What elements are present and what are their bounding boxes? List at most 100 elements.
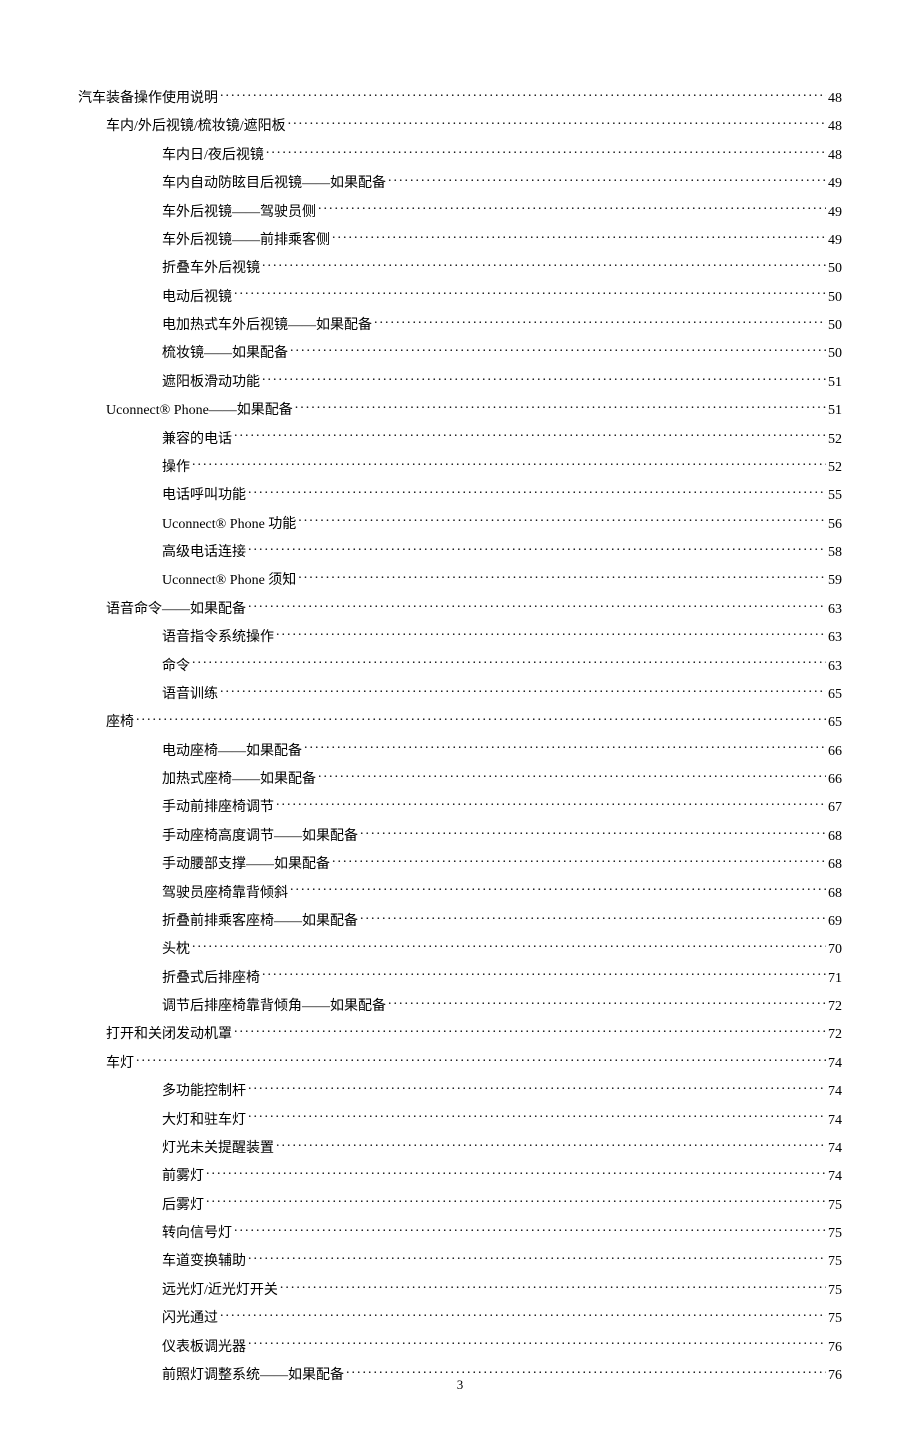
toc-row: 座椅65 <box>106 712 842 732</box>
toc-title: 打开和关闭发动机罩 <box>106 1026 232 1044</box>
toc-title: 加热式座椅——如果配备 <box>162 771 316 789</box>
toc-leader-dots <box>248 1110 826 1124</box>
toc-page-number: 63 <box>828 601 842 619</box>
toc-page-number: 49 <box>828 204 842 222</box>
toc-page-number: 74 <box>828 1055 842 1073</box>
toc-title: 兼容的电话 <box>162 431 232 449</box>
toc-title: 遮阳板滑动功能 <box>162 374 260 392</box>
toc-leader-dots <box>298 514 826 528</box>
toc-page-number: 68 <box>828 856 842 874</box>
toc-row: 操作 52 <box>162 457 842 477</box>
toc-page-number: 75 <box>828 1197 842 1215</box>
toc-page-number: 50 <box>828 260 842 278</box>
toc-title: 汽车装备操作使用说明 <box>78 90 218 108</box>
toc-row: 汽车装备操作使用说明48 <box>78 88 842 108</box>
toc-row: 车内自动防眩目后视镜——如果配备 49 <box>162 173 842 193</box>
toc-leader-dots <box>332 854 826 868</box>
toc-leader-dots <box>234 1024 826 1038</box>
toc-title: Uconnect® Phone——如果配备 <box>106 402 293 420</box>
toc-row: 手动座椅高度调节——如果配备68 <box>162 826 842 846</box>
toc-title: 语音指令系统操作 <box>162 629 274 647</box>
toc-leader-dots <box>192 457 826 471</box>
toc-row: 手动前排座椅调节67 <box>162 797 842 817</box>
toc-leader-dots <box>360 911 826 925</box>
toc-title: 电动后视镜 <box>162 289 232 307</box>
toc-leader-dots <box>136 1053 826 1067</box>
toc-page-number: 52 <box>828 459 842 477</box>
toc-title: 车外后视镜——驾驶员侧 <box>162 204 316 222</box>
toc-page-number: 72 <box>828 998 842 1016</box>
toc-leader-dots <box>290 343 826 357</box>
toc-page-number: 65 <box>828 686 842 704</box>
toc-title: 车灯 <box>106 1055 134 1073</box>
toc-row: 梳妆镜——如果配备50 <box>162 343 842 363</box>
toc-page-number: 48 <box>828 118 842 136</box>
toc-leader-dots <box>295 400 826 414</box>
toc-title: 电动座椅——如果配备 <box>162 743 302 761</box>
toc-row: 语音训练65 <box>162 684 842 704</box>
toc-row: 加热式座椅——如果配备 66 <box>162 769 842 789</box>
toc-row: 后雾灯75 <box>162 1195 842 1215</box>
toc-title: 命令 <box>162 658 190 676</box>
toc-title: 车内日/夜后视镜 <box>162 147 264 165</box>
toc-leader-dots <box>388 996 826 1010</box>
toc-title: 操作 <box>162 459 190 477</box>
toc-title: Uconnect® Phone 须知 <box>162 572 296 590</box>
toc-leader-dots <box>248 1337 826 1351</box>
toc-row: 电动座椅——如果配备66 <box>162 741 842 761</box>
toc-page-number: 49 <box>828 175 842 193</box>
toc-row: 车外后视镜——前排乘客侧49 <box>162 230 842 250</box>
toc-title: 闪光通过 <box>162 1310 218 1328</box>
toc-leader-dots <box>248 485 826 499</box>
toc-title: 手动前排座椅调节 <box>162 799 274 817</box>
table-of-contents: 汽车装备操作使用说明48车内/外后视镜/梳妆镜/遮阳板48车内日/夜后视镜48车… <box>78 88 842 1385</box>
toc-page-number: 48 <box>828 147 842 165</box>
toc-row: Uconnect® Phone 功能56 <box>162 514 842 534</box>
document-page: 汽车装备操作使用说明48车内/外后视镜/梳妆镜/遮阳板48车内日/夜后视镜48车… <box>0 0 920 1433</box>
toc-page-number: 75 <box>828 1310 842 1328</box>
toc-title: Uconnect® Phone 功能 <box>162 516 296 534</box>
toc-page-number: 74 <box>828 1140 842 1158</box>
toc-row: 调节后排座椅靠背倾角——如果配备 72 <box>162 996 842 1016</box>
toc-leader-dots <box>374 315 826 329</box>
toc-leader-dots <box>192 656 826 670</box>
toc-page-number: 72 <box>828 1026 842 1044</box>
toc-title: 梳妆镜——如果配备 <box>162 345 288 363</box>
toc-leader-dots <box>206 1195 826 1209</box>
toc-row: 车灯 74 <box>106 1053 842 1073</box>
toc-leader-dots <box>248 1251 826 1265</box>
toc-leader-dots <box>234 1223 826 1237</box>
toc-title: 头枕 <box>162 941 190 959</box>
toc-leader-dots <box>220 684 826 698</box>
toc-row: 折叠式后排座椅71 <box>162 968 842 988</box>
toc-row: 头枕70 <box>162 939 842 959</box>
toc-page-number: 66 <box>828 771 842 789</box>
toc-page-number: 55 <box>828 487 842 505</box>
toc-leader-dots <box>248 542 826 556</box>
toc-row: Uconnect® Phone——如果配备 51 <box>106 400 842 420</box>
toc-page-number: 68 <box>828 828 842 846</box>
toc-leader-dots <box>276 797 826 811</box>
page-number: 3 <box>0 1377 920 1393</box>
toc-row: 电加热式车外后视镜——如果配备50 <box>162 315 842 335</box>
toc-title: 大灯和驻车灯 <box>162 1112 246 1130</box>
toc-title: 仪表板调光器 <box>162 1339 246 1357</box>
toc-row: 前雾灯74 <box>162 1166 842 1186</box>
toc-leader-dots <box>248 599 826 613</box>
toc-title: 车内自动防眩目后视镜——如果配备 <box>162 175 386 193</box>
toc-leader-dots <box>262 258 826 272</box>
toc-row: 驾驶员座椅靠背倾斜68 <box>162 883 842 903</box>
toc-leader-dots <box>318 769 826 783</box>
toc-title: 电话呼叫功能 <box>162 487 246 505</box>
toc-page-number: 59 <box>828 572 842 590</box>
toc-page-number: 74 <box>828 1168 842 1186</box>
toc-row: 远光灯/近光灯开关 75 <box>162 1280 842 1300</box>
toc-title: 远光灯/近光灯开关 <box>162 1282 278 1300</box>
toc-title: 调节后排座椅靠背倾角——如果配备 <box>162 998 386 1016</box>
toc-row: 高级电话连接58 <box>162 542 842 562</box>
toc-page-number: 75 <box>828 1282 842 1300</box>
toc-row: 多功能控制杆74 <box>162 1081 842 1101</box>
toc-leader-dots <box>332 230 826 244</box>
toc-page-number: 51 <box>828 402 842 420</box>
toc-row: 兼容的电话52 <box>162 429 842 449</box>
